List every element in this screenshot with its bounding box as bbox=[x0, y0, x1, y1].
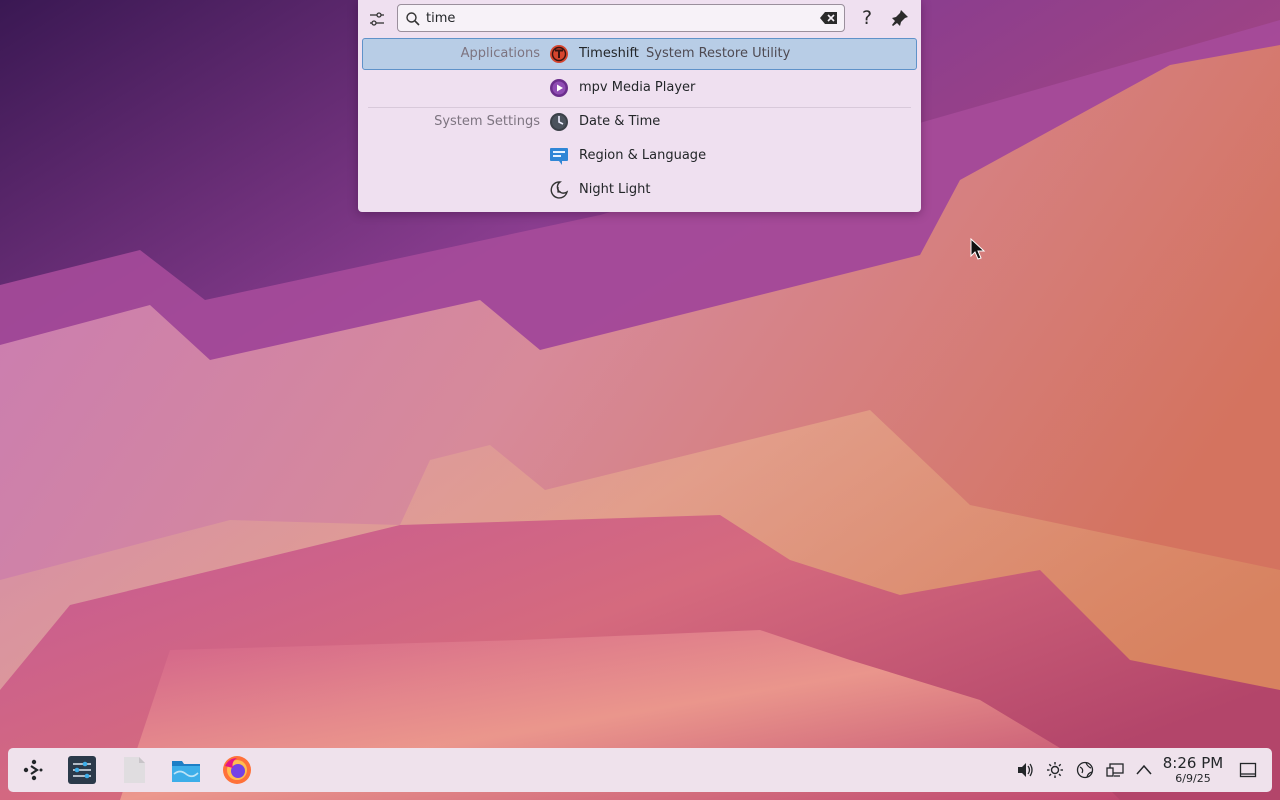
taskbar-panel: 8:26 PM 6/9/25 bbox=[8, 748, 1272, 792]
krunner-toolbar: ? bbox=[358, 0, 921, 38]
region-language-icon bbox=[550, 148, 568, 165]
search-input[interactable] bbox=[426, 8, 806, 28]
file-manager-icon[interactable] bbox=[170, 754, 202, 786]
night-light-icon bbox=[550, 181, 569, 199]
show-desktop-icon[interactable] bbox=[1239, 761, 1257, 779]
result-title: Region & Language bbox=[579, 148, 707, 163]
clear-text-icon[interactable] bbox=[820, 11, 838, 25]
result-row-timeshift[interactable]: Applications Timeshift System Restore Ut… bbox=[362, 38, 917, 70]
mpv-icon bbox=[550, 79, 568, 97]
expand-tray-icon[interactable] bbox=[1135, 761, 1153, 779]
clock-date[interactable]: 6/9/25 bbox=[1161, 772, 1225, 785]
result-title: Timeshift bbox=[579, 46, 639, 61]
text-document-icon[interactable] bbox=[118, 754, 150, 786]
result-title: mpv Media Player bbox=[579, 80, 696, 95]
mouse-cursor-icon bbox=[970, 238, 986, 260]
result-subtitle: System Restore Utility bbox=[646, 46, 791, 61]
display-icon[interactable] bbox=[1106, 761, 1124, 779]
configure-icon[interactable] bbox=[366, 8, 388, 30]
help-button[interactable]: ? bbox=[856, 6, 878, 30]
pin-icon[interactable] bbox=[891, 9, 909, 27]
result-title: Date & Time bbox=[579, 114, 661, 129]
clock-icon bbox=[550, 113, 568, 131]
search-field[interactable] bbox=[397, 4, 845, 32]
result-category: System Settings bbox=[434, 114, 540, 129]
network-icon[interactable] bbox=[1076, 761, 1094, 779]
result-row-night-light[interactable]: Night Light bbox=[362, 174, 917, 206]
timeshift-icon bbox=[550, 45, 568, 63]
result-row-date-time[interactable]: System Settings Date & Time bbox=[362, 106, 917, 138]
result-title: Night Light bbox=[579, 182, 651, 197]
result-row-region-language[interactable]: Region & Language bbox=[362, 140, 917, 172]
application-launcher-icon[interactable] bbox=[18, 754, 50, 786]
volume-icon[interactable] bbox=[1016, 761, 1034, 779]
result-category: Applications bbox=[460, 46, 540, 61]
firefox-icon[interactable] bbox=[221, 754, 253, 786]
system-settings-icon[interactable] bbox=[66, 754, 98, 786]
brightness-icon[interactable] bbox=[1046, 761, 1064, 779]
result-row-mpv[interactable]: mpv Media Player bbox=[362, 72, 917, 104]
search-icon bbox=[406, 12, 420, 26]
krunner-panel: ? Applications Timeshift System Restore … bbox=[358, 0, 921, 212]
clock-time[interactable]: 8:26 PM bbox=[1161, 754, 1225, 772]
